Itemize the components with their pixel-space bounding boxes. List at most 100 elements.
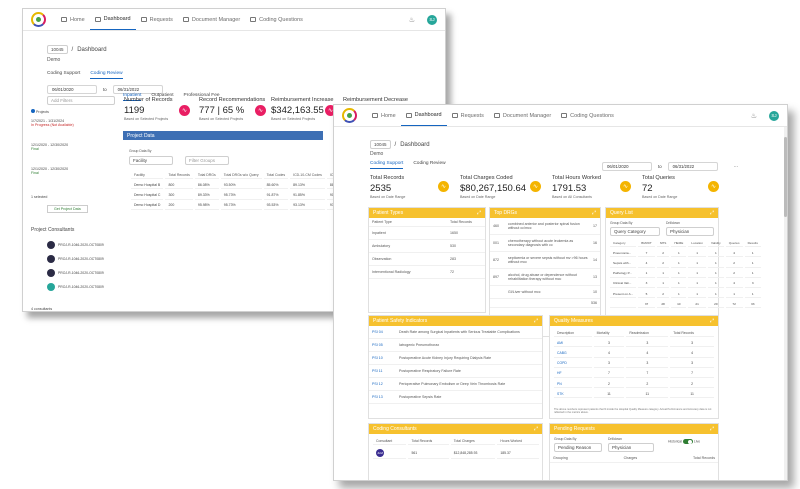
expand-icon[interactable]: ⤢ xyxy=(710,426,714,432)
bell-icon[interactable]: ♨ xyxy=(751,112,757,120)
expand-icon[interactable]: ⤢ xyxy=(710,318,714,324)
user-avatar[interactable]: SJ xyxy=(769,110,779,121)
panel-header: Coding Consultants ⤢ xyxy=(369,424,542,434)
expand-icon[interactable]: ⤢ xyxy=(534,318,538,324)
panel-header: Project Data xyxy=(123,131,323,140)
nav-home[interactable]: Home xyxy=(56,9,90,30)
nav-requests[interactable]: Requests xyxy=(136,9,178,30)
totals-row: 37 28 10 21 20 72 33 xyxy=(610,300,761,309)
get-project-data-button[interactable]: Get Project Data xyxy=(47,205,88,213)
table-row[interactable]: PSI 05 Iatrogenic Pneumothorax xyxy=(369,339,542,352)
expand-icon[interactable]: ⤢ xyxy=(477,210,481,216)
table-row[interactable]: Observation 283 xyxy=(369,253,485,266)
historical-live-toggle[interactable]: Historical Live xyxy=(668,439,700,444)
quality-measures-panel: Quality Measures ⤢ Description Mortality Re… xyxy=(549,315,719,419)
table-row[interactable]: PSI 12 Perioperative Pulmonary Embolism o… xyxy=(369,378,542,391)
table-row[interactable]: 460 combined anterior and posterior spina… xyxy=(490,218,600,235)
table-row[interactable]: Clinical Vali... 3 1 1 1 1 4 3 xyxy=(610,280,761,288)
avatar xyxy=(47,241,55,249)
app-logo[interactable] xyxy=(31,12,46,27)
tab-coding-support[interactable]: Coding Support xyxy=(47,71,80,79)
tab-coding-support[interactable]: Coding Support xyxy=(370,161,404,169)
add-filters-input[interactable]: Add Filters xyxy=(47,96,115,105)
drilldown-select[interactable]: Physician xyxy=(608,443,654,452)
client-select[interactable]: 10045 xyxy=(370,140,391,149)
pulse-icon: ∿ xyxy=(620,181,631,192)
table-row[interactable]: Interventional Radiology 72 xyxy=(369,266,485,279)
drilldown-select[interactable]: Physician xyxy=(666,227,714,236)
table-row[interactable]: STK 11 11 11 xyxy=(554,390,714,399)
nav-document-manager[interactable]: Document Manager xyxy=(489,105,556,126)
bell-icon[interactable]: ♨ xyxy=(409,16,415,24)
dashboard-icon xyxy=(405,112,412,118)
nav-dashboard[interactable]: Dashboard xyxy=(400,105,447,126)
table-row[interactable]: 001 chemotherapy without acute leukemia a… xyxy=(490,235,600,252)
table-row[interactable]: 897 alcohol, drug abuse or dependence wit… xyxy=(490,269,600,286)
table-row[interactable]: PSI 11 Postoperative Respiratory Failure … xyxy=(369,365,542,378)
expand-icon[interactable]: ⤢ xyxy=(710,210,714,216)
home-icon xyxy=(372,113,378,118)
patient-safety-indicators-panel: Patient Safety Indicators ⤢ PSI 04 Death R… xyxy=(368,315,543,419)
avatar xyxy=(47,283,55,291)
home-icon xyxy=(61,17,67,22)
tab-coding-review[interactable]: Coding Review xyxy=(90,71,123,79)
table-row[interactable]: Pathology P... 1 1 1 1 1 2 1 xyxy=(610,270,761,278)
document-icon xyxy=(182,17,189,22)
top-nav-bar: Home Dashboard Requests Document Manager… xyxy=(23,9,445,31)
client-select[interactable]: 10045 xyxy=(47,45,68,54)
consultant-item[interactable]: PROJ-R-1046-2020-OCT0809 xyxy=(47,269,104,277)
nav-coding-questions[interactable]: Coding Questions xyxy=(245,9,308,30)
app-logo[interactable] xyxy=(342,108,357,123)
check-icon xyxy=(31,109,35,113)
date-from-input[interactable]: 06/01/2020 xyxy=(602,162,652,171)
date-from-input[interactable]: 06/01/2020 xyxy=(47,85,97,94)
table-row[interactable]: Pneumonia... 7 2 1 1 1 4 1 xyxy=(610,249,761,258)
date-to-input[interactable]: 06/31/2022 xyxy=(667,162,718,171)
page-subtitle: Demo xyxy=(47,57,61,63)
nav-document-manager[interactable]: Document Manager xyxy=(178,9,245,30)
consultant-item[interactable]: PROJ-R-1046-2020-OCT0809 xyxy=(47,241,104,249)
filter-groups-select[interactable]: Filter Groups xyxy=(185,156,229,165)
table-row[interactable]: Inpatient 1650 xyxy=(369,227,485,240)
expand-icon[interactable]: ⤢ xyxy=(534,426,538,432)
table-row[interactable]: JLM 561 $12,848,285.93 185.37 xyxy=(373,447,539,460)
table-row[interactable]: PSI 13 Postoperative Sepsis Rate xyxy=(369,391,542,404)
consultant-item[interactable]: PROJ-R-1046-2020-OCT0809 xyxy=(47,255,104,263)
table-row[interactable]: PSI 04 Death Rate among Surgical Inpatien… xyxy=(369,326,542,339)
project-item[interactable]: 12/1/2020 - 12/30/2020 Final xyxy=(31,143,68,151)
stat-reimbursement-decrease: Reimbursement Decrease xyxy=(343,97,408,103)
table-row[interactable]: HF 7 7 7 xyxy=(554,370,714,378)
toggle-switch[interactable] xyxy=(682,439,693,444)
nav-dashboard[interactable]: Dashboard xyxy=(89,9,136,30)
panel-header: Top DRGs ⤢ xyxy=(490,208,600,218)
main-nav: Home Dashboard Requests Document Manager… xyxy=(56,9,308,30)
nav-home[interactable]: Home xyxy=(367,105,401,126)
table-row[interactable]: Sepsis with... 4 2 1 1 1 2 1 xyxy=(610,259,761,268)
user-avatar[interactable]: SJ xyxy=(427,14,437,25)
page-title: Dashboard xyxy=(400,141,430,148)
table-row[interactable]: 872 septicemia or severe sepsis without m… xyxy=(490,252,600,269)
table-row[interactable]: Ambulatory 530 xyxy=(369,240,485,253)
nav-coding-questions[interactable]: Coding Questions xyxy=(556,105,619,126)
consultant-item[interactable]: PROJ-R-1046-2020-OCT0809 xyxy=(47,283,104,291)
more-icon[interactable]: ⋯ xyxy=(734,164,738,170)
table-row[interactable]: Present on A... 5 2 1 1 1 1 1 xyxy=(610,290,761,299)
table-row[interactable]: COPD 3 3 3 xyxy=(554,360,714,368)
scrollbar[interactable] xyxy=(784,127,787,480)
nav-requests[interactable]: Requests xyxy=(447,105,489,126)
table-row[interactable]: GI/Liver without mcc 10 xyxy=(490,286,600,299)
table-row[interactable]: PN 2 2 2 xyxy=(554,380,714,389)
group-data-by-select[interactable]: Facility xyxy=(129,156,173,165)
table-row[interactable]: AMI 3 3 3 xyxy=(554,339,714,348)
tab-coding-review[interactable]: Coding Review xyxy=(413,161,445,169)
pulse-icon: ∿ xyxy=(530,181,541,192)
project-item[interactable]: 12/1/2020 - 12/30/2020 Final xyxy=(31,167,68,175)
group-data-by-select[interactable]: Query Category xyxy=(610,227,660,236)
question-icon xyxy=(250,17,257,22)
table-row[interactable]: PSI 10 Postoperative Acute Kidney Injury … xyxy=(369,352,542,365)
project-item[interactable]: 1/7/2021 - 1/31/2024 In Progress (Not Av… xyxy=(31,119,74,127)
group-data-by-select[interactable]: Pending Reason xyxy=(554,443,602,452)
quality-measures-table: Description Mortality Readmission Total Rec… xyxy=(552,327,716,400)
expand-icon[interactable]: ⤢ xyxy=(592,210,596,216)
table-row[interactable]: CABG 4 4 4 xyxy=(554,349,714,358)
